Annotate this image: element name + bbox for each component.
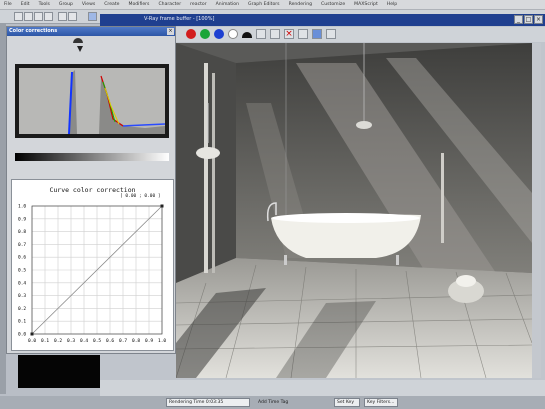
copy-image-icon[interactable] — [298, 29, 308, 39]
scale-tool-icon[interactable] — [44, 12, 53, 21]
cursor-icon — [77, 46, 83, 52]
x-tick-label: 0.4 — [80, 338, 88, 344]
alpha-channel-icon[interactable] — [228, 29, 238, 39]
y-tick-label: 0.7 — [18, 242, 26, 248]
menu-item-rendering[interactable]: Rendering — [289, 2, 312, 7]
curve-grid[interactable]: 0.0 1.0 0.1 0.9 0.2 0.8 0.3 0.7 0.4 0.6 0.5 0.5 0.6 0… — [12, 180, 173, 350]
select-tool-icon[interactable] — [14, 12, 23, 21]
x-tick-label: 0.0 — [28, 338, 36, 344]
mono-icon[interactable] — [242, 32, 252, 38]
red-channel-icon[interactable] — [186, 29, 196, 39]
y-tick-label: 0.0 — [18, 332, 26, 338]
y-tick-label: 0.2 — [18, 306, 26, 312]
menu-item-help[interactable]: Help — [387, 2, 397, 7]
region-render-icon[interactable] — [326, 29, 336, 39]
x-tick-label: 0.8 — [132, 338, 140, 344]
histogram-plot — [19, 68, 166, 135]
vertical-scrollbar[interactable] — [532, 43, 541, 378]
menu-item-tools[interactable]: Tools — [39, 2, 50, 7]
panel-toggle-icon[interactable] — [73, 38, 83, 43]
menu-item-reactor[interactable]: reactor — [190, 2, 206, 7]
y-tick-label: 0.3 — [18, 293, 26, 299]
load-image-icon[interactable] — [270, 29, 280, 39]
x-tick-label: 0.3 — [67, 338, 75, 344]
y-tick-label: 0.6 — [18, 255, 26, 261]
set-key-button[interactable]: Set Key — [334, 398, 360, 407]
x-tick-label: 0.7 — [119, 338, 127, 344]
curve-control-point[interactable] — [30, 332, 34, 336]
rendered-image — [176, 43, 532, 378]
rotate-tool-icon[interactable] — [34, 12, 43, 21]
menu-bar: File Edit Tools Group Views Create Modifiers Ch… — [0, 0, 545, 10]
menu-item-animation[interactable]: Animation — [216, 2, 239, 7]
x-tick-label: 0.1 — [41, 338, 49, 344]
clear-image-icon[interactable]: × — [284, 29, 294, 39]
curve-control-point[interactable] — [160, 204, 164, 208]
x-tick-label: 0.5 — [93, 338, 101, 344]
x-tick-label: 0.2 — [54, 338, 62, 344]
y-tick-label: 0.5 — [18, 268, 26, 274]
close-icon[interactable]: × — [167, 28, 174, 35]
menu-item-file[interactable]: File — [4, 2, 12, 7]
x-tick-label: 1.0 — [158, 338, 166, 344]
unlink-tool-icon[interactable] — [68, 12, 77, 21]
close-button[interactable]: × — [534, 15, 543, 24]
y-tick-label: 0.1 — [18, 319, 26, 325]
menu-item-group[interactable]: Group — [59, 2, 73, 7]
menu-item-edit[interactable]: Edit — [21, 2, 30, 7]
y-tick-label: 0.4 — [18, 280, 26, 286]
y-tick-label: 1.0 — [18, 204, 26, 210]
menu-item-views[interactable]: Views — [82, 2, 95, 7]
save-image-icon[interactable] — [256, 29, 266, 39]
curve-editor[interactable]: Curve color correction [ 0.00 ; 0.00 ] 0… — [11, 179, 174, 351]
x-tick-label: 0.9 — [145, 338, 153, 344]
maximize-button[interactable]: □ — [524, 15, 533, 24]
preview-swatch — [18, 355, 100, 388]
menu-item-character[interactable]: Character — [158, 2, 181, 7]
bathroom-render — [176, 43, 532, 378]
menu-item-create[interactable]: Create — [104, 2, 119, 7]
levels-gradient[interactable] — [15, 153, 169, 161]
blue-channel-icon[interactable] — [214, 29, 224, 39]
color-corrections-titlebar: Color corrections × — [7, 27, 175, 36]
y-tick-label: 0.8 — [18, 229, 26, 235]
bind-tool-icon[interactable] — [88, 12, 97, 21]
histogram — [15, 64, 169, 138]
link-tool-icon[interactable] — [58, 12, 67, 21]
x-tick-label: 0.6 — [106, 338, 114, 344]
rendering-time: Rendering Time 0:03:35 — [166, 398, 250, 407]
vfb-title-text: V-Ray frame buffer - [100%] — [144, 16, 215, 22]
add-time-tag[interactable]: Add Time Tag — [258, 398, 288, 407]
color-corrections-panel: Color corrections × Curve color correcti… — [6, 26, 176, 354]
menu-item-customize[interactable]: Customize — [321, 2, 345, 7]
vfb-statusbar — [100, 380, 545, 396]
key-filters-button[interactable]: Key Filters... — [364, 398, 398, 407]
color-corrections-title: Color corrections — [9, 28, 58, 34]
menu-item-graph-editors[interactable]: Graph Editors — [248, 2, 280, 7]
track-mouse-icon[interactable] — [312, 29, 322, 39]
green-channel-icon[interactable] — [200, 29, 210, 39]
y-tick-label: 0.9 — [18, 216, 26, 222]
menu-item-maxscript[interactable]: MAXScript — [354, 2, 378, 7]
menu-item-modifiers[interactable]: Modifiers — [128, 2, 149, 7]
minimize-button[interactable]: _ — [514, 15, 523, 24]
move-tool-icon[interactable] — [24, 12, 33, 21]
vfb-titlebar: V-Ray frame buffer - [100%] — [100, 14, 545, 26]
